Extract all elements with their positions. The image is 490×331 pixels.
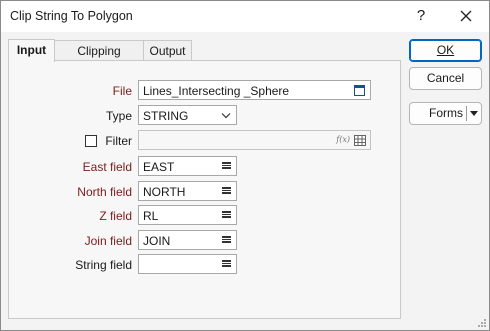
- file-label: File: [112, 84, 132, 98]
- east-field-value: EAST: [143, 160, 175, 174]
- z-field-input[interactable]: RL: [138, 205, 237, 225]
- string-field-input[interactable]: [138, 254, 237, 274]
- z-field-label: Z field: [99, 209, 132, 223]
- tab-output[interactable]: Output: [143, 40, 192, 61]
- ok-button-label: OK: [436, 43, 455, 57]
- north-field-input[interactable]: NORTH: [138, 181, 237, 201]
- window-title: Clip String To Polygon: [10, 9, 133, 23]
- input-panel: File Lines_Intersecting _Sphere Type STR…: [8, 60, 401, 319]
- file-browse-icon[interactable]: [354, 85, 365, 96]
- list-icon[interactable]: [222, 162, 231, 171]
- chevron-down-icon: [221, 113, 231, 119]
- east-field-label: East field: [82, 160, 132, 174]
- cancel-button-label: Cancel: [426, 71, 465, 85]
- forms-button-label: Forms: [429, 106, 463, 120]
- list-icon[interactable]: [222, 187, 231, 196]
- ok-button[interactable]: OK: [409, 39, 482, 62]
- grid-icon[interactable]: [354, 135, 366, 146]
- filter-input[interactable]: f(x): [138, 130, 371, 150]
- type-value: STRING: [143, 109, 189, 123]
- close-icon: [460, 10, 472, 22]
- help-button[interactable]: ?: [407, 4, 435, 28]
- north-field-value: NORTH: [143, 185, 186, 199]
- cancel-button[interactable]: Cancel: [409, 67, 482, 90]
- list-icon[interactable]: [222, 211, 231, 220]
- forms-divider: [466, 106, 467, 121]
- join-field-value: JOIN: [143, 234, 171, 248]
- forms-button[interactable]: Forms: [409, 102, 482, 125]
- list-icon[interactable]: [222, 260, 231, 269]
- file-value: Lines_Intersecting _Sphere: [143, 84, 290, 98]
- tab-clipping-polygon[interactable]: Clipping Polygon: [53, 40, 145, 78]
- type-label: Type: [105, 109, 132, 123]
- tab-input[interactable]: Input: [8, 39, 55, 62]
- north-field-label: North field: [77, 185, 132, 199]
- forms-dropdown-icon[interactable]: [470, 111, 478, 117]
- filter-label: Filter: [105, 134, 132, 148]
- string-field-label: String field: [75, 258, 132, 272]
- join-field-input[interactable]: JOIN: [138, 230, 237, 250]
- function-icon[interactable]: f(x): [336, 135, 350, 144]
- file-input[interactable]: Lines_Intersecting _Sphere: [138, 80, 371, 100]
- z-field-value: RL: [143, 209, 159, 223]
- dialog-window: Clip String To Polygon ? Input Clipping …: [0, 0, 490, 331]
- list-icon[interactable]: [222, 236, 231, 245]
- filter-checkbox[interactable]: [85, 135, 97, 147]
- east-field-input[interactable]: EAST: [138, 156, 237, 176]
- join-field-label: Join field: [84, 234, 132, 248]
- resize-grip-icon[interactable]: [477, 318, 487, 328]
- type-select[interactable]: STRING: [138, 105, 237, 125]
- title-bar: Clip String To Polygon ?: [1, 1, 489, 32]
- close-button[interactable]: [451, 4, 481, 28]
